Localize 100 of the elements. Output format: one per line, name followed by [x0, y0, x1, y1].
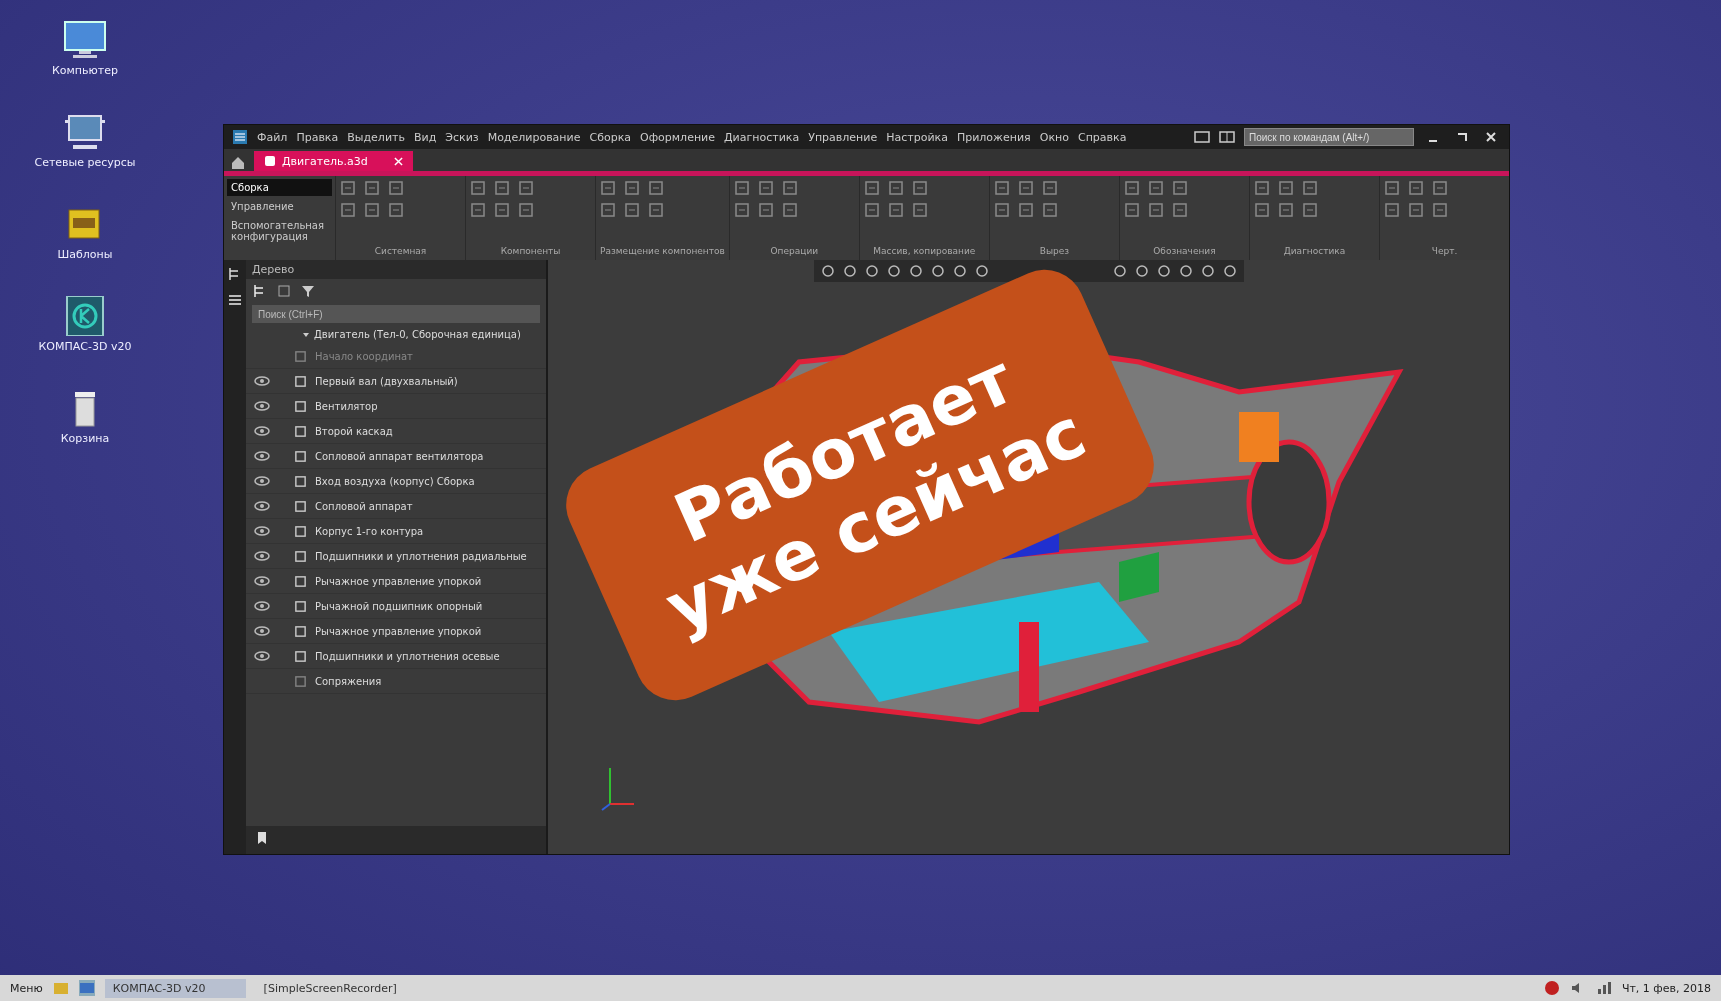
- ribbon-tool-icon[interactable]: [364, 180, 380, 196]
- app-menu-icon[interactable]: [232, 129, 248, 145]
- taskbar-task[interactable]: КОМПАС-3D v20: [104, 978, 246, 998]
- ribbon-tool-icon[interactable]: [1147, 180, 1164, 196]
- ribbon-tool-icon[interactable]: [494, 180, 511, 196]
- menu-item[interactable]: Управление: [808, 130, 878, 144]
- ribbon-tool-icon[interactable]: [1123, 180, 1140, 196]
- ribbon-tool-icon[interactable]: [757, 202, 774, 218]
- menu-item[interactable]: Правка: [296, 130, 339, 144]
- ribbon-tool-icon[interactable]: [494, 202, 511, 218]
- document-tab[interactable]: Двигатель.a3d: [254, 151, 413, 171]
- ribbon-tool-icon[interactable]: [600, 180, 617, 196]
- split-view-icon[interactable]: [1219, 129, 1235, 145]
- tree-search-field[interactable]: Поиск (Ctrl+F): [252, 305, 540, 323]
- menu-item[interactable]: Оформление: [640, 130, 715, 144]
- menu-item[interactable]: Сборка: [589, 130, 632, 144]
- view-tool-icon[interactable]: [929, 263, 946, 279]
- ribbon-group-label[interactable]: Компоненты: [470, 246, 592, 256]
- ribbon-tool-icon[interactable]: [887, 202, 904, 218]
- view-tool-icon[interactable]: [907, 263, 924, 279]
- eye-icon[interactable]: [254, 651, 270, 661]
- menu-item[interactable]: Окно: [1039, 130, 1069, 144]
- menu-item[interactable]: Приложения: [956, 130, 1031, 144]
- ribbon-tool-icon[interactable]: [781, 202, 798, 218]
- ribbon-tool-icon[interactable]: [1171, 180, 1188, 196]
- eye-icon[interactable]: [254, 551, 270, 561]
- ribbon-tool-icon[interactable]: [1432, 202, 1448, 218]
- command-search-field[interactable]: Поиск по командам (Alt+/): [1244, 128, 1414, 146]
- menu-item[interactable]: Выделить: [347, 130, 405, 144]
- ribbon-group-label[interactable]: Операции: [733, 246, 855, 256]
- ribbon-tool-icon[interactable]: [1432, 180, 1448, 196]
- view-tool-icon[interactable]: [951, 263, 968, 279]
- ribbon-tool-icon[interactable]: [911, 202, 928, 218]
- ribbon-tool-icon[interactable]: [1253, 202, 1270, 218]
- menu-item[interactable]: Моделирование: [487, 130, 581, 144]
- ribbon-tool-icon[interactable]: [1384, 202, 1400, 218]
- ribbon-tool-icon[interactable]: [1384, 180, 1400, 196]
- close-tab-icon[interactable]: [393, 156, 403, 166]
- tree-item[interactable]: Двигатель (Тел-0, Сборочная единица): [314, 329, 521, 340]
- ribbon-group-label[interactable]: Массив, копирование: [863, 246, 985, 256]
- desktop-icon-label[interactable]: Шаблоны: [57, 248, 113, 261]
- ribbon-tool-icon[interactable]: [1017, 202, 1034, 218]
- ribbon-tool-icon[interactable]: [863, 202, 880, 218]
- tree-item[interactable]: Первый вал (двухвальный): [315, 375, 458, 387]
- ribbon-group-label[interactable]: Размещение компонентов: [600, 246, 725, 256]
- desktop-icon-label[interactable]: Корзина: [60, 432, 110, 445]
- tree-item[interactable]: Сопловой аппарат: [315, 500, 413, 512]
- caret-icon[interactable]: [302, 330, 310, 339]
- ribbon-tool-icon[interactable]: [1408, 202, 1424, 218]
- ribbon-tool-icon[interactable]: [1301, 180, 1318, 196]
- menu-item[interactable]: Эскиз: [445, 130, 479, 144]
- ribbon-tool-icon[interactable]: [1041, 202, 1058, 218]
- view-tool-icon[interactable]: [885, 263, 902, 279]
- view-tool-icon[interactable]: [841, 263, 858, 279]
- eye-icon[interactable]: [254, 601, 270, 611]
- ribbon-tool-icon[interactable]: [1017, 180, 1034, 196]
- view-tool-icon[interactable]: [1133, 263, 1150, 279]
- tree-view-icon[interactable]: [276, 283, 292, 299]
- ribbon-tool-icon[interactable]: [648, 202, 665, 218]
- ribbon-tool-icon[interactable]: [863, 180, 880, 196]
- ribbon-tool-icon[interactable]: [388, 180, 404, 196]
- tree-item[interactable]: Вход воздуха (корпус) Сборка: [315, 475, 475, 487]
- ribbon-tool-icon[interactable]: [1301, 202, 1318, 218]
- ribbon-tool-icon[interactable]: [388, 202, 404, 218]
- ribbon-tool-icon[interactable]: [624, 180, 641, 196]
- tree-item[interactable]: Подшипники и уплотнения осевые: [315, 650, 500, 662]
- eye-icon[interactable]: [254, 626, 270, 636]
- ribbon-tool-icon[interactable]: [1147, 202, 1164, 218]
- ribbon-tool-icon[interactable]: [648, 180, 665, 196]
- ribbon-tool-icon[interactable]: [1123, 202, 1140, 218]
- ribbon-tool-icon[interactable]: [1041, 180, 1058, 196]
- tree-item[interactable]: Вентилятор: [315, 400, 378, 412]
- view-tool-icon[interactable]: [1199, 263, 1216, 279]
- ribbon-mode-button[interactable]: Управление: [227, 198, 332, 215]
- clock[interactable]: Чт, 1 фев, 2018: [1621, 981, 1711, 995]
- tree-item[interactable]: Сопряжения: [315, 675, 382, 687]
- ribbon-tool-icon[interactable]: [600, 202, 617, 218]
- tree-item[interactable]: Рычажное управление упоркой: [315, 625, 482, 637]
- monitor-icon[interactable]: [61, 20, 109, 60]
- network-icon[interactable]: [1595, 980, 1612, 996]
- menu-item[interactable]: Диагностика: [724, 130, 800, 144]
- ribbon-tool-icon[interactable]: [470, 180, 487, 196]
- ribbon-group-label[interactable]: Вырез: [993, 246, 1115, 256]
- ribbon-tool-icon[interactable]: [1253, 180, 1270, 196]
- ribbon-mode-button[interactable]: Сборка: [227, 179, 332, 196]
- ribbon-tool-icon[interactable]: [1408, 180, 1424, 196]
- desktop-icon-label[interactable]: КОМПАС-3D v20: [38, 340, 132, 353]
- eye-icon[interactable]: [254, 451, 270, 461]
- menu-item[interactable]: Настройка: [886, 130, 948, 144]
- eye-icon[interactable]: [254, 501, 270, 511]
- menu-item[interactable]: Справка: [1078, 130, 1127, 144]
- tray-app-icon[interactable]: [1543, 980, 1560, 996]
- ribbon-tool-icon[interactable]: [470, 202, 487, 218]
- ribbon-tool-icon[interactable]: [518, 180, 535, 196]
- start-button[interactable]: Меню: [10, 981, 43, 995]
- ribbon-tool-icon[interactable]: [624, 202, 641, 218]
- desktop-icon[interactable]: [78, 980, 95, 996]
- ribbon-tool-icon[interactable]: [1277, 202, 1294, 218]
- ribbon-group-label[interactable]: Обозначения: [1123, 246, 1245, 256]
- view-tool-icon[interactable]: [819, 263, 836, 279]
